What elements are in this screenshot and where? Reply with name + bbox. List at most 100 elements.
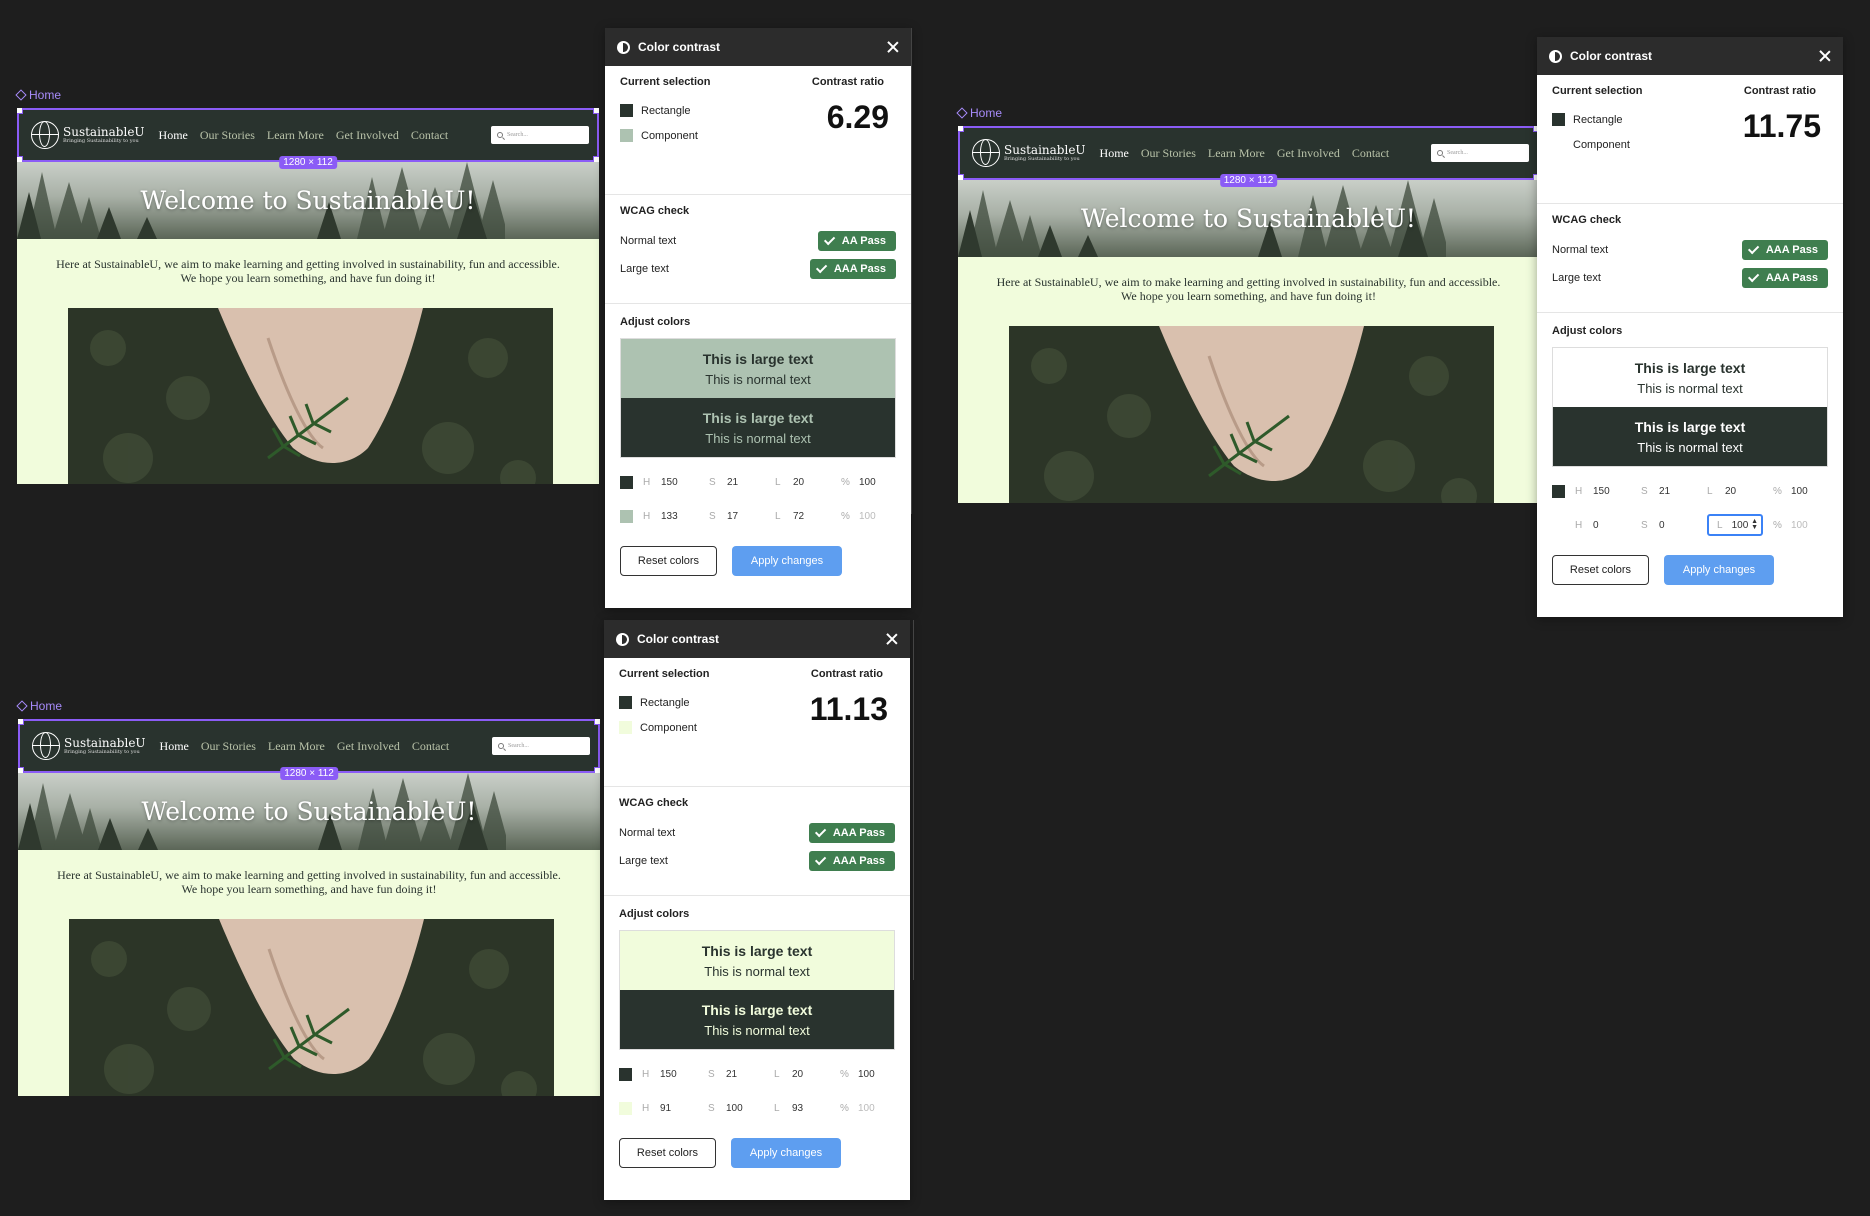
nav-item-home[interactable]: Home	[159, 128, 188, 143]
color1-h-input[interactable]: 150	[661, 477, 709, 488]
close-icon[interactable]	[1819, 50, 1831, 62]
color2-h-input[interactable]: 0	[1593, 520, 1641, 531]
color1-swatch[interactable]	[1552, 484, 1565, 498]
current-selection-section: Current selection Contrast ratio 11.75 R…	[1537, 75, 1843, 204]
resize-handle[interactable]	[594, 719, 600, 725]
reset-colors-button[interactable]: Reset colors	[620, 546, 717, 576]
apply-changes-button[interactable]: Apply changes	[1664, 555, 1774, 585]
resize-handle[interactable]	[958, 126, 964, 132]
search-input[interactable]: Search...	[492, 737, 590, 755]
nav-item-get-involved[interactable]: Get Involved	[1277, 146, 1340, 161]
panel-header: Color contrast	[605, 28, 911, 66]
home-frame[interactable]: Home SustainableU Bringing Sustainabilit…	[15, 88, 599, 484]
site-logo[interactable]: SustainableU Bringing Sustainability to …	[32, 732, 146, 760]
nav-item-our-stories[interactable]: Our Stories	[201, 739, 256, 754]
site-logo[interactable]: SustainableU Bringing Sustainability to …	[31, 121, 145, 149]
search-input[interactable]: Search...	[1431, 144, 1529, 162]
nav-item-home[interactable]: Home	[160, 739, 189, 754]
apply-changes-button[interactable]: Apply changes	[731, 1138, 841, 1168]
color1-s-input[interactable]: 21	[1659, 486, 1707, 497]
nav-item-learn-more[interactable]: Learn More	[1208, 146, 1265, 161]
color1-l-input[interactable]: 20	[793, 477, 841, 488]
intro-text: Here at SustainableU, we aim to make lea…	[958, 275, 1539, 304]
s-label: S	[708, 1102, 715, 1114]
color1-alpha-input[interactable]: 100	[858, 1069, 888, 1080]
color1-h-input[interactable]: 150	[1593, 486, 1641, 497]
nav-item-our-stories[interactable]: Our Stories	[1141, 146, 1196, 161]
resize-handle[interactable]	[17, 108, 23, 114]
close-icon[interactable]	[887, 41, 899, 53]
color2-h-input[interactable]: 91	[660, 1103, 708, 1114]
globe-icon	[32, 732, 60, 760]
color2-alpha-input[interactable]: 100	[858, 1103, 888, 1114]
color1-alpha-input[interactable]: 100	[1791, 486, 1821, 497]
nav-bar[interactable]: SustainableU Bringing Sustainability to …	[958, 126, 1539, 187]
nav-item-contact[interactable]: Contact	[411, 128, 448, 143]
close-icon[interactable]	[886, 633, 898, 645]
nav-item-contact[interactable]: Contact	[1352, 146, 1389, 161]
color1-s-input[interactable]: 21	[726, 1069, 774, 1080]
color1-swatch[interactable]	[620, 475, 633, 489]
color1-h-input[interactable]: 150	[660, 1069, 708, 1080]
color2-swatch[interactable]	[619, 1101, 632, 1115]
preview-normal-text: This is normal text	[705, 430, 811, 446]
pct-label: %	[840, 1102, 849, 1114]
search-input[interactable]: Search...	[491, 126, 589, 144]
rectangle-swatch	[1552, 113, 1565, 126]
logo-name: SustainableU	[1004, 143, 1086, 157]
color2-swatch[interactable]	[1552, 518, 1565, 532]
home-frame[interactable]: Home SustainableU Bringing Sustainabilit…	[16, 699, 600, 1096]
nav-item-our-stories[interactable]: Our Stories	[200, 128, 255, 143]
nav-item-learn-more[interactable]: Learn More	[268, 739, 325, 754]
intro-line-2: We hope you learn something, and have fu…	[181, 881, 437, 896]
color1-l-input[interactable]: 20	[792, 1069, 840, 1080]
nav-item-get-involved[interactable]: Get Involved	[336, 128, 399, 143]
wcag-check-section: WCAG check Normal text AAA Pass Large te…	[604, 787, 910, 896]
guide-line	[911, 28, 912, 514]
nav-item-learn-more[interactable]: Learn More	[267, 128, 324, 143]
color1-swatch[interactable]	[619, 1067, 632, 1081]
contrast-ratio-label: Contrast ratio	[811, 76, 884, 88]
reset-colors-button[interactable]: Reset colors	[1552, 555, 1649, 585]
adjust-colors-section: Adjust colors This is large text This is…	[1537, 313, 1843, 617]
home-frame[interactable]: Home SustainableU Bringing Sustainabilit…	[956, 106, 1539, 503]
intro-line-1: Here at SustainableU, we aim to make lea…	[56, 257, 560, 271]
color2-swatch[interactable]	[620, 509, 633, 523]
frame-label[interactable]: Home	[15, 88, 62, 102]
resize-handle[interactable]	[593, 108, 599, 114]
check-icon	[1747, 270, 1760, 283]
site-logo[interactable]: SustainableU Bringing Sustainability to …	[972, 139, 1086, 167]
reset-colors-button[interactable]: Reset colors	[619, 1138, 716, 1168]
nav-item-contact[interactable]: Contact	[412, 739, 449, 754]
color2-l-input[interactable]: 100	[1732, 520, 1751, 531]
color2-s-input[interactable]: 17	[727, 511, 775, 522]
frame-label[interactable]: Home	[956, 106, 1002, 120]
nav-item-get-involved[interactable]: Get Involved	[337, 739, 400, 754]
color2-h-input[interactable]: 133	[661, 511, 709, 522]
photo-art	[68, 308, 553, 484]
color2-s-input[interactable]: 100	[726, 1103, 774, 1114]
stepper-icon[interactable]: ▲ ▼	[1751, 518, 1758, 531]
frame-label[interactable]: Home	[16, 699, 62, 713]
frame-label-text: Home	[29, 88, 62, 102]
contrast-ratio-value: 11.75	[1742, 108, 1821, 144]
apply-changes-button[interactable]: Apply changes	[732, 546, 842, 576]
color2-hsl-row: H0 S0 L 100 ▲ ▼ % 100	[1552, 514, 1828, 536]
color2-l-input[interactable]: 72	[793, 511, 841, 522]
color1-alpha-input[interactable]: 100	[859, 477, 889, 488]
nav-bar[interactable]: SustainableU Bringing Sustainability to …	[18, 719, 600, 780]
color2-alpha-input[interactable]: 100	[859, 511, 889, 522]
component-icon	[16, 700, 28, 712]
search-placeholder: Search...	[1447, 150, 1468, 156]
color2-l-input[interactable]: 93	[792, 1103, 840, 1114]
color2-s-input[interactable]: 0	[1659, 520, 1707, 531]
panel-title: Color contrast	[637, 632, 720, 646]
resize-handle[interactable]	[18, 719, 24, 725]
color1-l-input[interactable]: 20	[1725, 486, 1773, 497]
color1-s-input[interactable]: 21	[727, 477, 775, 488]
color1-hsl-row: H 150 S 21 L 20 % 100	[1552, 481, 1828, 501]
nav-menu: Home Our Stories Learn More Get Involved…	[160, 739, 450, 754]
nav-item-home[interactable]: Home	[1100, 146, 1129, 161]
color2-alpha-input[interactable]: 100	[1791, 520, 1821, 531]
nav-bar[interactable]: SustainableU Bringing Sustainability to …	[17, 108, 599, 169]
